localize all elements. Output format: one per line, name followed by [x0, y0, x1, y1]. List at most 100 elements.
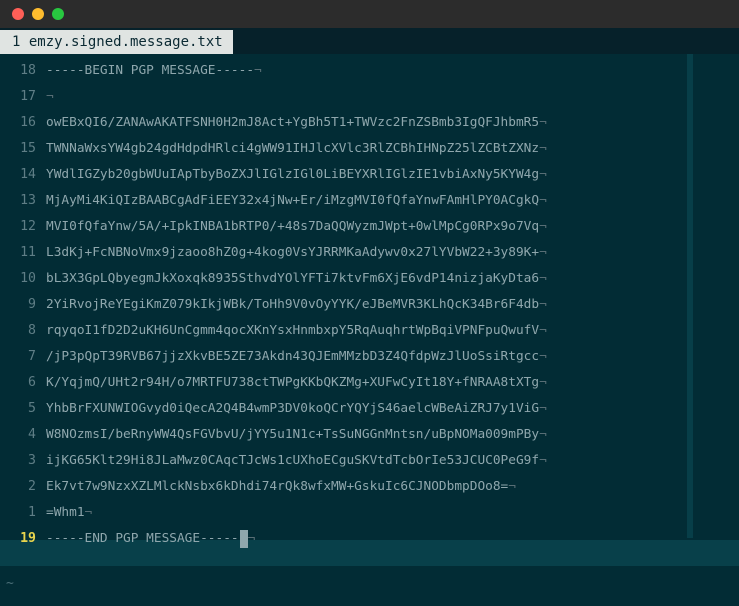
- text-line[interactable]: 18 -----BEGIN PGP MESSAGE-----¬: [0, 58, 690, 84]
- line-number: 16: [20, 115, 36, 130]
- text-line[interactable]: 5 YhbBrFXUNWIOGvyd0iQecA2Q4B4wmP3DV0koQCr…: [0, 396, 690, 422]
- line-content[interactable]: W8NOzmsI/beRnyWW4QsFGVbvU/jYY5u1N1c+TsSu…: [46, 422, 547, 448]
- newline-marker: ¬: [539, 453, 547, 468]
- newline-marker: ¬: [84, 505, 93, 520]
- line-text: Ek7vt7w9NzxXZLMlckNsbx6kDhdi74rQk8wfxMW+…: [46, 479, 509, 494]
- line-number: 19: [20, 531, 36, 546]
- line-text: ijKG65Klt29Hi8JLaMwz0CAqcTJcWs1cUXhoECgu…: [46, 453, 540, 468]
- newline-marker: ¬: [539, 427, 547, 442]
- text-line[interactable]: 14 YWdlIGZyb20gbWUuIApTbyBoZXJlIGlzIGl0Li…: [0, 162, 690, 188]
- line-content[interactable]: YWdlIGZyb20gbWUuIApTbyBoZXJlIGlzIGl0LiBE…: [46, 162, 547, 188]
- line-number: 2: [28, 479, 36, 494]
- text-line[interactable]: 19 -----END PGP MESSAGE----- ¬: [0, 526, 690, 552]
- line-content[interactable]: owEBxQI6/ZANAwAKATFSNH0H2mJ8Act+YgBh5T1+…: [46, 110, 547, 136]
- newline-marker: ¬: [247, 531, 256, 546]
- line-number: 10: [20, 271, 36, 286]
- newline-marker: ¬: [539, 401, 547, 416]
- line-number: 9: [28, 297, 36, 312]
- newline-marker: ¬: [539, 323, 547, 338]
- line-number: 11: [20, 245, 36, 260]
- text-line[interactable]: 3 ijKG65Klt29Hi8JLaMwz0CAqcTJcWs1cUXhoECg…: [0, 448, 690, 474]
- editor-area[interactable]: 18 -----BEGIN PGP MESSAGE-----¬ 17 ¬ 16 owEBx…: [0, 54, 739, 606]
- text-line[interactable]: 11 L3dKj+FcNBNoVmx9jzaoo8hZ0g+4kog0VsYJRR…: [0, 240, 690, 266]
- newline-marker: ¬: [539, 375, 547, 390]
- empty-line-filler: ~: [6, 576, 14, 591]
- line-content[interactable]: Ek7vt7w9NzxXZLMlckNsbx6kDhdi74rQk8wfxMW+…: [46, 474, 516, 500]
- text-cursor: [239, 529, 248, 548]
- text-line[interactable]: 8 rqyqoI1fD2D2uKH6UnCgmm4qocXKnYsxHnmbxpY…: [0, 318, 690, 344]
- newline-marker: ¬: [539, 245, 547, 260]
- text-line[interactable]: 10 bL3X3GpLQbyegmJkXoxqk8935SthvdYOlYFTi7…: [0, 266, 690, 292]
- line-text: -----BEGIN PGP MESSAGE-----: [46, 63, 255, 78]
- line-content[interactable]: TWNNaWxsYW4gb24gdHdpdHRlci4gWW91IHJlcXVl…: [46, 136, 547, 162]
- newline-marker: ¬: [508, 479, 516, 494]
- line-content[interactable]: ¬: [46, 84, 54, 110]
- line-content[interactable]: L3dKj+FcNBNoVmx9jzaoo8hZ0g+4kog0VsYJRRMK…: [46, 240, 547, 266]
- line-number: 3: [28, 453, 36, 468]
- close-window-button[interactable]: [12, 8, 24, 20]
- line-text: YhbBrFXUNWIOGvyd0iQecA2Q4B4wmP3DV0koQCrY…: [46, 401, 540, 416]
- newline-marker: ¬: [539, 271, 547, 286]
- line-content[interactable]: MjAyMi4KiQIzBAABCgAdFiEEY32x4jNw+Er/iMzg…: [46, 188, 547, 214]
- text-line[interactable]: 9 2YiRvojReYEgiKmZ079kIkjWBk/ToHh9V0vOyYY…: [0, 292, 690, 318]
- zoom-window-button[interactable]: [52, 8, 64, 20]
- line-number: 14: [20, 167, 36, 182]
- line-content[interactable]: -----BEGIN PGP MESSAGE-----¬: [46, 58, 262, 84]
- line-text: 2YiRvojReYEgiKmZ079kIkjWBk/ToHh9V0vOyYYK…: [46, 297, 540, 312]
- line-text: YWdlIGZyb20gbWUuIApTbyBoZXJlIGlzIGl0LiBE…: [46, 167, 540, 182]
- line-number: 15: [20, 141, 36, 156]
- line-text: MVI0fQfaYnw/5A/+IpkINBA1bRTP0/+48s7DaQQW…: [46, 219, 540, 234]
- newline-marker: ¬: [254, 63, 262, 78]
- line-number: 4: [28, 427, 36, 442]
- line-number: 18: [20, 63, 36, 78]
- line-content[interactable]: -----END PGP MESSAGE----- ¬: [46, 526, 255, 552]
- line-content[interactable]: K/YqjmQ/UHt2r94H/o7MRTFU738ctTWPgKKbQKZM…: [46, 370, 547, 396]
- text-line[interactable]: 13 MjAyMi4KiQIzBAABCgAdFiEEY32x4jNw+Er/iM…: [0, 188, 690, 214]
- tab-file[interactable]: 1 emzy.signed.message.txt: [0, 30, 233, 54]
- line-content[interactable]: YhbBrFXUNWIOGvyd0iQecA2Q4B4wmP3DV0koQCrY…: [46, 396, 547, 422]
- window-titlebar: [0, 0, 739, 28]
- text-line[interactable]: 6 K/YqjmQ/UHt2r94H/o7MRTFU738ctTWPgKKbQKZ…: [0, 370, 690, 396]
- text-line[interactable]: 16 owEBxQI6/ZANAwAKATFSNH0H2mJ8Act+YgBh5T…: [0, 110, 690, 136]
- line-number: 8: [28, 323, 36, 338]
- line-text: rqyqoI1fD2D2uKH6UnCgmm4qocXKnYsxHnmbxpY5…: [46, 323, 540, 338]
- newline-marker: ¬: [539, 115, 547, 130]
- text-line[interactable]: 15 TWNNaWxsYW4gb24gdHdpdHRlci4gWW91IHJlcX…: [0, 136, 690, 162]
- newline-marker: ¬: [46, 89, 54, 104]
- newline-marker: ¬: [539, 297, 547, 312]
- line-number: 12: [20, 219, 36, 234]
- line-number: 17: [20, 89, 36, 104]
- text-line[interactable]: 1 =Whm1¬: [0, 500, 690, 526]
- line-text: =Whm1: [46, 505, 85, 520]
- line-content[interactable]: ijKG65Klt29Hi8JLaMwz0CAqcTJcWs1cUXhoECgu…: [46, 448, 547, 474]
- line-text: owEBxQI6/ZANAwAKATFSNH0H2mJ8Act+YgBh5T1+…: [46, 115, 540, 130]
- line-content[interactable]: =Whm1¬: [46, 500, 92, 526]
- line-content[interactable]: rqyqoI1fD2D2uKH6UnCgmm4qocXKnYsxHnmbxpY5…: [46, 318, 547, 344]
- text-line[interactable]: 2 Ek7vt7w9NzxXZLMlckNsbx6kDhdi74rQk8wfxMW…: [0, 474, 690, 500]
- line-content[interactable]: /jP3pQpT39RVB67jjzXkvBE5ZE73Akdn43QJEmMM…: [46, 344, 547, 370]
- newline-marker: ¬: [539, 219, 547, 234]
- tab-bar: 1 emzy.signed.message.txt: [0, 28, 739, 54]
- text-line[interactable]: 4 W8NOzmsI/beRnyWW4QsFGVbvU/jYY5u1N1c+TsS…: [0, 422, 690, 448]
- text-line[interactable]: 17 ¬: [0, 84, 690, 110]
- text-line[interactable]: 7/jP3pQpT39RVB67jjzXkvBE5ZE73Akdn43QJEmM…: [0, 344, 690, 370]
- line-number: 7: [28, 349, 36, 364]
- line-number: 1: [28, 505, 36, 520]
- newline-marker: ¬: [539, 349, 547, 364]
- line-text: -----END PGP MESSAGE-----: [46, 531, 239, 546]
- text-line[interactable]: 12 MVI0fQfaYnw/5A/+IpkINBA1bRTP0/+48s7DaQ…: [0, 214, 690, 240]
- line-text: MjAyMi4KiQIzBAABCgAdFiEEY32x4jNw+Er/iMzg…: [46, 193, 540, 208]
- newline-marker: ¬: [539, 193, 547, 208]
- line-content[interactable]: 2YiRvojReYEgiKmZ079kIkjWBk/ToHh9V0vOyYYK…: [46, 292, 547, 318]
- line-text: K/YqjmQ/UHt2r94H/o7MRTFU738ctTWPgKKbQKZM…: [46, 375, 540, 390]
- line-text: W8NOzmsI/beRnyWW4QsFGVbvU/jYY5u1N1c+TsSu…: [46, 427, 540, 442]
- newline-marker: ¬: [539, 141, 547, 156]
- line-content[interactable]: bL3X3GpLQbyegmJkXoxqk8935SthvdYOlYFTi7kt…: [46, 266, 547, 292]
- minimize-window-button[interactable]: [32, 8, 44, 20]
- line-content[interactable]: MVI0fQfaYnw/5A/+IpkINBA1bRTP0/+48s7DaQQW…: [46, 214, 547, 240]
- newline-marker: ¬: [539, 167, 547, 182]
- line-number: 6: [28, 375, 36, 390]
- line-text: /jP3pQpT39RVB67jjzXkvBE5ZE73Akdn43QJEmMM…: [46, 349, 540, 364]
- line-number: 5: [28, 401, 36, 416]
- line-text: L3dKj+FcNBNoVmx9jzaoo8hZ0g+4kog0VsYJRRMK…: [46, 245, 540, 260]
